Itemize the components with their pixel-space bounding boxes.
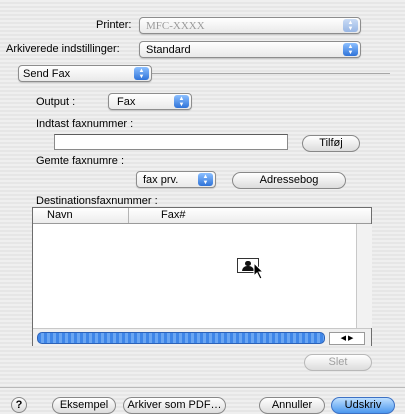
table-header: Navn Fax# xyxy=(33,208,371,224)
output-popup[interactable]: Fax ▲ ▼ xyxy=(108,93,192,110)
vertical-scrollbar[interactable] xyxy=(356,224,372,328)
presets-label: Arkiverede indstillinger: xyxy=(6,43,120,55)
save-as-pdf-button[interactable]: Arkiver som PDF… xyxy=(123,397,226,414)
destinations-table[interactable]: Navn Fax# ◀ ▶ xyxy=(32,207,372,346)
printer-label: Printer: xyxy=(96,19,132,31)
popup-arrows-icon: ▲ ▼ xyxy=(134,67,149,80)
column-divider xyxy=(128,208,129,223)
saved-numbers-value: fax prv. xyxy=(143,174,179,186)
arrow-cursor-icon xyxy=(253,262,265,280)
saved-numbers-popup[interactable]: fax prv. ▲ ▼ xyxy=(136,171,216,188)
scroll-arrows[interactable]: ◀ ▶ xyxy=(329,332,365,345)
horizontal-scrollbar[interactable]: ◀ ▶ xyxy=(33,328,371,346)
delete-button[interactable]: Slet xyxy=(304,354,372,371)
presets-value: Standard xyxy=(146,44,191,56)
output-label: Output : xyxy=(36,96,76,108)
destinations-label: Destinationsfaxnummer : xyxy=(36,195,158,207)
fax-number-input[interactable] xyxy=(54,134,288,150)
output-value: Fax xyxy=(117,96,136,108)
footer-separator xyxy=(0,387,405,388)
addressbook-button[interactable]: Adressebog xyxy=(232,172,346,189)
column-header-name[interactable]: Navn xyxy=(47,209,73,221)
panel-separator xyxy=(152,73,390,74)
popup-arrows-icon: ▲ ▼ xyxy=(343,19,358,32)
panel-value: Send Fax xyxy=(23,68,71,80)
popup-arrows-icon: ▲ ▼ xyxy=(343,43,358,56)
table-body[interactable] xyxy=(33,224,356,328)
preview-button[interactable]: Eksempel xyxy=(52,397,116,414)
cancel-button[interactable]: Annuller xyxy=(259,397,325,414)
help-button[interactable]: ? xyxy=(11,397,27,413)
saved-numbers-label: Gemte faxnumre : xyxy=(36,155,125,167)
printer-popup[interactable]: MFC-XXXX ▲ ▼ xyxy=(139,17,361,34)
popup-arrows-icon: ▲ ▼ xyxy=(198,173,213,186)
fax-entry-label: Indtast faxnummer : xyxy=(36,118,134,130)
column-header-fax[interactable]: Fax# xyxy=(161,209,185,221)
add-button[interactable]: Tilføj xyxy=(302,135,360,152)
presets-popup[interactable]: Standard ▲ ▼ xyxy=(139,41,361,58)
scrollbar-thumb[interactable] xyxy=(37,332,325,344)
popup-arrows-icon: ▲ ▼ xyxy=(174,95,189,108)
panel-popup[interactable]: Send Fax ▲ ▼ xyxy=(18,65,152,82)
printer-value: MFC-XXXX xyxy=(146,20,205,32)
print-button[interactable]: Udskriv xyxy=(331,397,395,414)
